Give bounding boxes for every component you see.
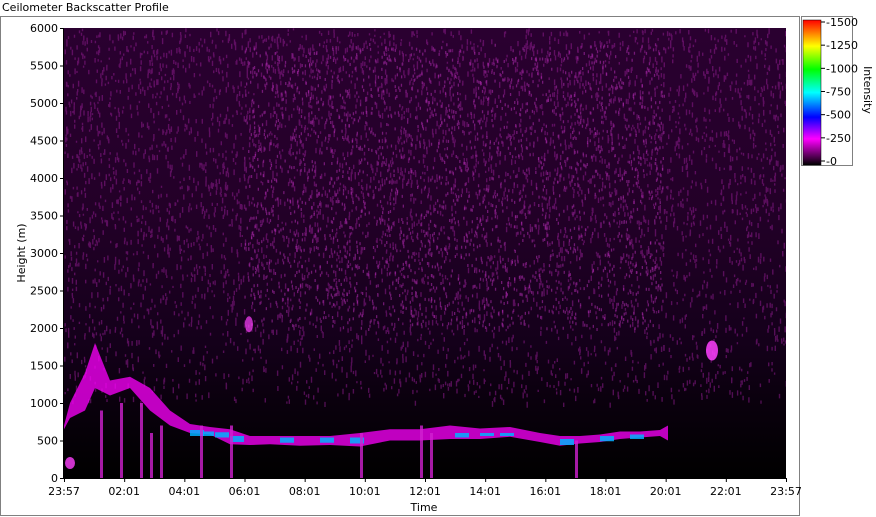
high-intensity-core [280, 437, 294, 443]
x-tick-label: 20:01 [650, 485, 682, 498]
y-tick-label: 5000 [30, 97, 58, 110]
colorbar-tick-label: -0 [826, 155, 837, 168]
x-tick-label: 10:01 [349, 485, 381, 498]
x-tick-label: 16:01 [529, 485, 561, 498]
x-tick-label: 04:01 [168, 485, 200, 498]
x-tick-label: 02:01 [108, 485, 140, 498]
y-tick-label: 1000 [30, 397, 58, 410]
y-tick-label: 2500 [30, 285, 58, 298]
x-tick-label: 12:01 [409, 485, 441, 498]
precipitation-streak [200, 425, 203, 478]
precipitation-streak [160, 425, 163, 478]
precipitation-streak [230, 425, 233, 478]
y-tick-label: 4500 [30, 135, 58, 148]
y-tick-label: 4000 [30, 172, 58, 185]
x-tick-label: 23:57 [770, 485, 802, 498]
high-intensity-core [215, 432, 229, 438]
high-intensity-core [480, 433, 494, 436]
x-tick-label: 06:01 [229, 485, 261, 498]
y-tick-label: 0 [51, 472, 58, 485]
isolated-cloud [65, 457, 75, 469]
y-tick-label: 2000 [30, 322, 58, 335]
x-tick-label: 22:01 [710, 485, 742, 498]
precipitation-streak [430, 433, 433, 478]
y-tick-label: 1500 [30, 360, 58, 373]
colorbar-label: Intensity [861, 66, 874, 114]
x-tick-label: 18:01 [590, 485, 622, 498]
colorbar-tick-label: -250 [826, 132, 851, 145]
x-tick-label: 23:57 [48, 485, 80, 498]
high-intensity-core [500, 433, 514, 436]
precipitation-streak [420, 425, 423, 478]
y-ticks: 0 500 1000 1500 2000 2500 3000 3500 4000 4500 5000… [30, 22, 64, 485]
precipitation-streak [575, 440, 578, 478]
precipitation-streak [100, 410, 103, 478]
isolated-cloud [245, 316, 253, 333]
colorbar-tick-label: -750 [826, 86, 851, 99]
y-tick-label: 5500 [30, 60, 58, 73]
x-axis-label: Time [410, 501, 438, 514]
colorbar-tick-label: -1000 [826, 62, 858, 75]
isolated-cloud [706, 340, 718, 361]
precipitation-streak [140, 403, 143, 478]
y-axis-label: Height (m) [15, 223, 28, 282]
colorbar-tick-label: -1250 [826, 39, 858, 52]
colorbar-ticks: -0 -250 -500 -750 -1000 -1250 -1500 [821, 16, 858, 168]
precipitation-streak [150, 433, 153, 478]
high-intensity-core [560, 439, 574, 445]
x-ticks: 23:57 02:01 04:01 06:01 08:01 10:01 12:01 14:01… [48, 478, 802, 498]
high-intensity-core [630, 434, 644, 439]
x-tick-label: 08:01 [289, 485, 321, 498]
y-tick-label: 3500 [30, 210, 58, 223]
high-intensity-core [455, 433, 469, 438]
y-tick-label: 6000 [30, 22, 58, 35]
x-tick-label: 14:01 [469, 485, 501, 498]
y-tick-label: 3000 [30, 247, 58, 260]
colorbar-tick-label: -500 [826, 109, 851, 122]
high-intensity-core [600, 436, 614, 442]
high-intensity-core [320, 437, 334, 443]
precipitation-streak [360, 433, 363, 478]
precipitation-streak [120, 403, 123, 478]
colorbar-gradient [802, 19, 822, 166]
y-tick-label: 500 [37, 435, 58, 448]
chart-svg: 0 500 1000 1500 2000 2500 3000 3500 4000 4500 5000… [15, 16, 874, 514]
colorbar-tick-label: -1500 [826, 16, 858, 29]
